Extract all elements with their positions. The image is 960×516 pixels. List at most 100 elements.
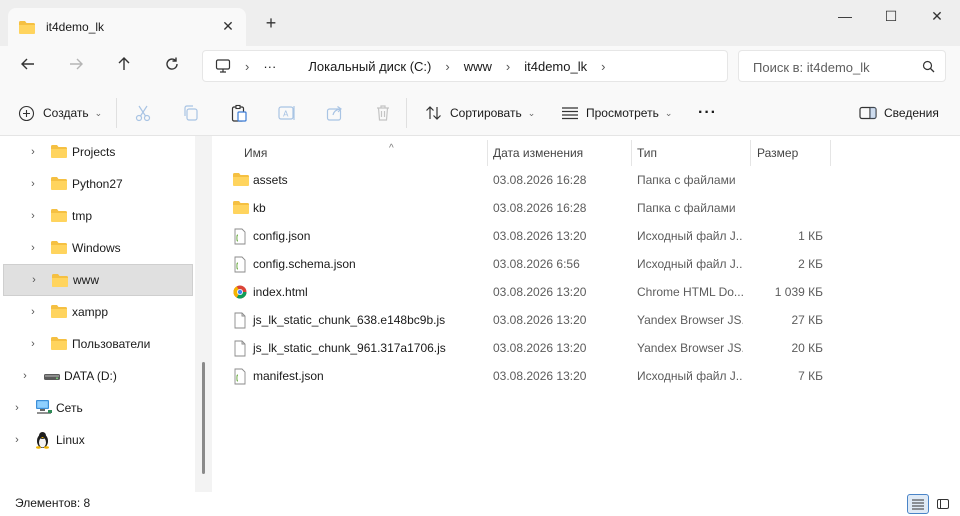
search-icon: [922, 60, 935, 73]
sidebar-item-tmp[interactable]: › tmp: [3, 200, 193, 232]
chevron-down-icon: ⌄: [94, 107, 103, 118]
table-row[interactable]: js_lk_static_chunk_638.e148bc9b.js 03.08…: [228, 306, 948, 334]
chevron-right-icon[interactable]: ›: [20, 370, 30, 382]
table-row[interactable]: config.schema.json 03.08.2026 6:56 Исход…: [228, 250, 948, 278]
folder-icon: [51, 337, 67, 350]
sidebar-item-projects[interactable]: › Projects: [3, 136, 193, 168]
sidebar-item-users[interactable]: › Пользователи: [3, 328, 193, 360]
file-date: 03.08.2026 16:28: [493, 201, 587, 215]
copy-icon[interactable]: [181, 103, 201, 123]
column-divider[interactable]: [631, 140, 632, 166]
chevron-right-icon[interactable]: ›: [12, 434, 22, 446]
chevron-right-icon: ›: [245, 58, 250, 74]
chevron-right-icon[interactable]: ›: [29, 274, 39, 286]
breadcrumb-it4demo-lk[interactable]: it4demo_lk: [524, 59, 587, 74]
column-header-name[interactable]: ^ Имя: [244, 140, 394, 166]
file-size: 1 039 КБ: [774, 285, 823, 299]
address-bar[interactable]: › ··· Локальный диск (C:) › www › it4dem…: [202, 50, 728, 82]
share-icon[interactable]: [325, 103, 345, 123]
table-row[interactable]: js_lk_static_chunk_961.317a1706.js 03.08…: [228, 334, 948, 362]
column-header-size[interactable]: Размер: [757, 140, 798, 166]
breadcrumb-local-disk[interactable]: Локальный диск (C:): [308, 59, 431, 74]
sidebar-item-label: Пользователи: [72, 337, 151, 351]
table-row[interactable]: assets 03.08.2026 16:28 Папка с файлами: [228, 166, 948, 194]
column-divider[interactable]: [487, 140, 488, 166]
paste-icon[interactable]: [229, 103, 249, 123]
breadcrumb-www[interactable]: www: [464, 59, 492, 74]
column-header-type[interactable]: Тип: [637, 140, 657, 166]
sidebar-item-network[interactable]: › Сеть: [3, 392, 193, 424]
column-divider[interactable]: [750, 140, 751, 166]
view-list-icon: [562, 107, 578, 120]
folder-icon: [51, 177, 67, 190]
new-tab-button[interactable]: +: [262, 14, 280, 32]
network-icon: [36, 400, 52, 414]
file-date: 03.08.2026 13:20: [493, 285, 587, 299]
chevron-right-icon[interactable]: ›: [28, 306, 38, 318]
file-date: 03.08.2026 13:20: [493, 341, 587, 355]
file-date: 03.08.2026 6:56: [493, 257, 580, 271]
details-button[interactable]: Сведения: [859, 100, 939, 126]
sidebar-item-windows[interactable]: › Windows: [3, 232, 193, 264]
file-size: 27 КБ: [791, 313, 823, 327]
chevron-right-icon[interactable]: ›: [28, 338, 38, 350]
tab-it4demo-lk[interactable]: it4demo_lk ✕: [8, 8, 246, 46]
up-button[interactable]: [110, 54, 138, 82]
sidebar-item-label: xampp: [72, 305, 109, 319]
arrow-right-icon: [70, 58, 83, 70]
sidebar-item-xampp[interactable]: › xampp: [3, 296, 193, 328]
plus-circle-icon: [18, 105, 35, 121]
maximize-button[interactable]: ☐: [868, 0, 914, 32]
breadcrumb-overflow[interactable]: ···: [263, 59, 276, 74]
forward-button[interactable]: [62, 54, 90, 82]
table-row[interactable]: config.json 03.08.2026 13:20 Исходный фа…: [228, 222, 948, 250]
tiles-view-icon: [937, 499, 949, 509]
create-button[interactable]: Создать ⌄: [18, 100, 102, 126]
svg-text:A: A: [283, 110, 289, 119]
sidebar-item-label: tmp: [72, 209, 93, 223]
chevron-right-icon[interactable]: ›: [28, 210, 38, 222]
table-row[interactable]: kb 03.08.2026 16:28 Папка с файлами: [228, 194, 948, 222]
status-bar: Элементов: 8: [0, 492, 960, 516]
sort-button[interactable]: Сортировать ⌄: [425, 100, 535, 126]
view-button[interactable]: Просмотреть ⌄: [561, 100, 672, 126]
tab-title: it4demo_lk: [46, 20, 105, 34]
details-view-button[interactable]: [907, 494, 929, 514]
close-window-button[interactable]: ✕: [914, 0, 960, 32]
chevron-right-icon[interactable]: ›: [28, 242, 38, 254]
file-name: assets: [253, 173, 288, 187]
chevron-down-icon: ⌄: [527, 107, 536, 118]
sidebar-item-label: Projects: [72, 145, 116, 159]
column-divider[interactable]: [830, 140, 831, 166]
sort-ascending-icon: ^: [389, 143, 394, 154]
search-placeholder: Поиск в: it4demo_lk: [753, 60, 870, 75]
chevron-right-icon[interactable]: ›: [28, 146, 38, 158]
sidebar-item-python27[interactable]: › Python27: [3, 168, 193, 200]
table-row[interactable]: manifest.json 03.08.2026 13:20 Исходный …: [228, 362, 948, 390]
table-row[interactable]: index.html 03.08.2026 13:20 Chrome HTML …: [228, 278, 948, 306]
sidebar-scrollbar-thumb[interactable]: [202, 362, 205, 474]
more-options-button[interactable]: ···: [698, 100, 717, 126]
file-type: Исходный файл J...: [637, 257, 743, 271]
details-label: Сведения: [884, 106, 939, 120]
column-header-date[interactable]: Дата изменения: [493, 140, 583, 166]
search-input[interactable]: Поиск в: it4demo_lk: [738, 50, 946, 82]
view-label: Просмотреть: [586, 106, 659, 120]
chevron-right-icon[interactable]: ›: [601, 59, 605, 74]
tiles-view-button[interactable]: [932, 494, 954, 514]
sidebar-item-linux[interactable]: › Linux: [3, 424, 193, 456]
refresh-button[interactable]: [158, 54, 186, 82]
folder-icon: [51, 209, 67, 222]
chevron-right-icon[interactable]: ›: [28, 178, 38, 190]
minimize-button[interactable]: —: [822, 0, 868, 32]
cut-icon[interactable]: [133, 103, 153, 123]
back-button[interactable]: [14, 54, 42, 82]
delete-icon[interactable]: [373, 103, 393, 123]
tab-close-icon[interactable]: ✕: [220, 18, 236, 34]
sidebar-item-www[interactable]: › www: [3, 264, 193, 296]
chevron-right-icon[interactable]: ›: [12, 402, 22, 414]
file-date: 03.08.2026 13:20: [493, 313, 587, 327]
rename-icon[interactable]: A: [277, 103, 297, 123]
sidebar-item-label: Сеть: [56, 401, 83, 415]
sidebar-item-data-drive[interactable]: › DATA (D:): [3, 360, 193, 392]
